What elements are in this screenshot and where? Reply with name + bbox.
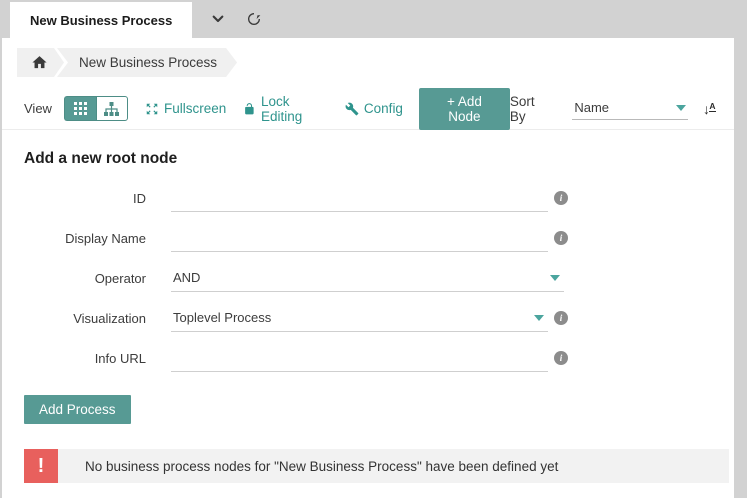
tab-new-business-process[interactable]: New Business Process: [10, 2, 192, 38]
info-icon[interactable]: i: [554, 351, 568, 365]
wrench-icon: [345, 102, 359, 116]
visualization-select[interactable]: Toplevel Process: [171, 304, 548, 332]
form-row-display-name: Display Name i: [2, 224, 734, 252]
operator-select[interactable]: AND: [171, 264, 564, 292]
lock-editing-button[interactable]: Lock Editing: [243, 94, 328, 124]
config-label: Config: [364, 101, 403, 116]
grid-icon: [74, 102, 87, 115]
view-toggle-group: [64, 96, 128, 121]
display-name-label: Display Name: [2, 231, 146, 246]
sort-alpha-icon: A: [709, 102, 716, 113]
sort-by-select[interactable]: Name: [572, 97, 688, 120]
chevron-down-icon: [550, 275, 560, 281]
operator-label: Operator: [2, 271, 146, 286]
info-icon[interactable]: i: [554, 231, 568, 245]
fullscreen-icon: [145, 102, 159, 116]
view-tree-button[interactable]: [96, 96, 128, 121]
view-grid-button[interactable]: [64, 96, 96, 121]
id-input[interactable]: [171, 190, 548, 205]
warning-exclamation-icon: !: [24, 449, 58, 483]
breadcrumb-item[interactable]: New Business Process: [57, 48, 237, 77]
warning-bar: ! No business process nodes for "New Bus…: [24, 449, 729, 483]
operator-value: AND: [171, 270, 550, 285]
info-url-label: Info URL: [2, 351, 146, 366]
visualization-value: Toplevel Process: [171, 310, 534, 325]
view-label: View: [24, 101, 52, 116]
refresh-icon[interactable]: [244, 9, 264, 29]
add-process-button[interactable]: Add Process: [24, 395, 131, 424]
info-url-input[interactable]: [171, 350, 548, 365]
sort-order-button[interactable]: ↓ A: [703, 102, 716, 116]
add-root-node-form: ID i Display Name i Operator AND Visuali…: [2, 184, 734, 384]
content-panel: New Business Process View: [2, 38, 734, 498]
form-heading: Add a new root node: [24, 150, 177, 168]
visualization-label: Visualization: [2, 311, 146, 326]
add-node-button[interactable]: + Add Node: [419, 88, 510, 130]
unlock-icon: [243, 102, 256, 116]
config-button[interactable]: Config: [345, 101, 403, 116]
warning-message: No business process nodes for "New Busin…: [85, 459, 558, 474]
tree-icon: [104, 102, 119, 116]
toolbar: View: [2, 88, 734, 130]
display-name-input[interactable]: [171, 230, 548, 245]
sort-by-label: Sort By: [510, 94, 551, 124]
info-icon[interactable]: i: [554, 191, 568, 205]
form-row-visualization: Visualization Toplevel Process i: [2, 304, 734, 332]
fullscreen-label: Fullscreen: [164, 101, 226, 116]
lock-editing-label: Lock Editing: [261, 94, 328, 124]
home-icon: [31, 54, 48, 71]
tab-label: New Business Process: [30, 13, 172, 28]
info-icon[interactable]: i: [554, 311, 568, 325]
breadcrumb: New Business Process: [17, 48, 237, 77]
id-label: ID: [2, 191, 146, 206]
form-row-id: ID i: [2, 184, 734, 212]
chevron-down-icon: [534, 315, 544, 321]
form-row-info-url: Info URL i: [2, 344, 734, 372]
fullscreen-button[interactable]: Fullscreen: [145, 101, 226, 116]
tab-list-chevron-down-icon[interactable]: [208, 9, 228, 29]
breadcrumb-home[interactable]: [17, 48, 64, 77]
form-row-operator: Operator AND: [2, 264, 734, 292]
sort-by-value: Name: [574, 100, 609, 115]
chevron-down-icon: [676, 105, 686, 111]
tab-bar: New Business Process: [0, 0, 747, 38]
breadcrumb-item-label: New Business Process: [79, 55, 217, 70]
